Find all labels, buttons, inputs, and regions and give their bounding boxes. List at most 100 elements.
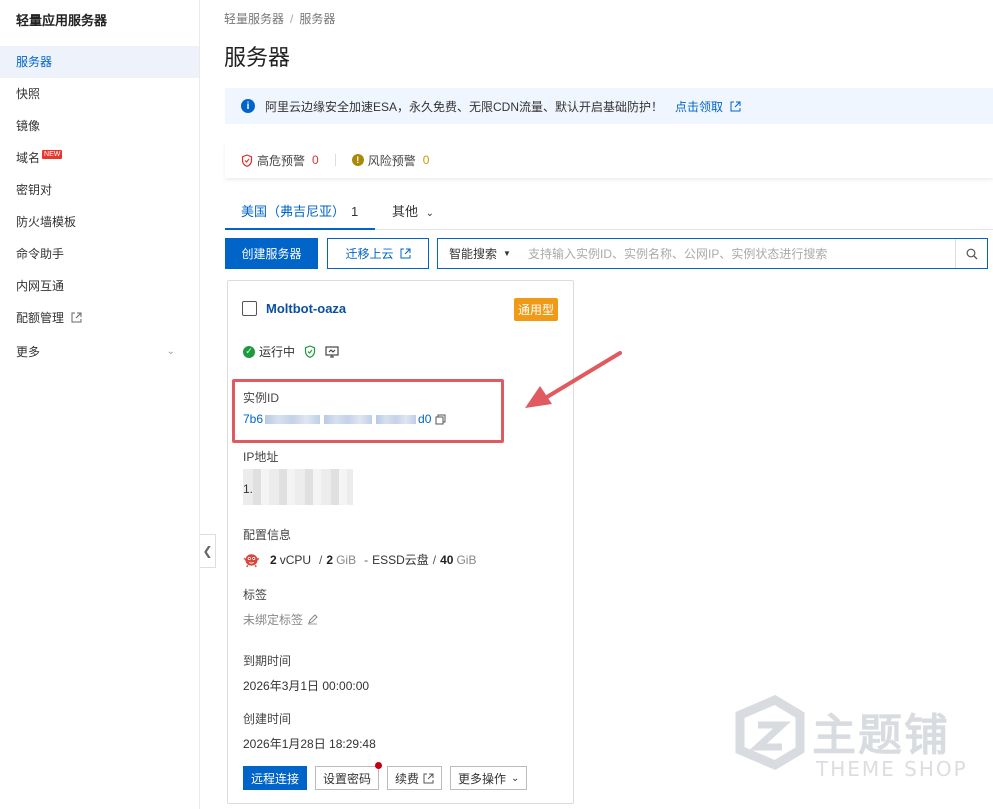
tab-count: 1	[351, 204, 359, 219]
ip-field: IP地址 1.	[243, 448, 443, 508]
alert-summary: 高危预警 0 ! 风险预警 0	[225, 142, 993, 178]
select-checkbox[interactable]	[242, 301, 257, 316]
set-password-label: 设置密码	[323, 771, 372, 786]
sidebar-item-quota[interactable]: 配额管理	[0, 302, 199, 334]
high-risk-count: 0	[312, 153, 319, 167]
status-row: ✓ 运行中	[243, 343, 339, 360]
set-password-button[interactable]: 设置密码	[315, 762, 383, 790]
notice-link[interactable]: 点击领取	[675, 98, 741, 115]
instance-name-link[interactable]: Moltbot-oaza	[266, 301, 346, 316]
chevron-down-icon: ⌄	[425, 208, 435, 219]
main-content: 轻量服务器 / 服务器 服务器 i 阿里云边缘安全加速ESA，永久免费、无限CDN流…	[224, 0, 993, 809]
redacted-block	[376, 414, 417, 424]
sidebar-title: 轻量应用服务器	[16, 13, 108, 28]
sidebar-item-label: 域名	[16, 151, 41, 165]
info-icon: i	[241, 99, 255, 113]
renew-label: 续费	[395, 771, 420, 786]
shield-alert-icon	[241, 153, 253, 167]
new-badge: NEW	[42, 150, 63, 159]
search-mode-label: 智能搜索	[449, 247, 498, 261]
sidebar-item-keypairs[interactable]: 密钥对	[0, 174, 199, 206]
separator: -	[364, 552, 369, 567]
redacted-ip-block	[243, 469, 353, 505]
instance-id-suffix: d0	[418, 412, 432, 426]
sidebar-item-command-assistant[interactable]: 命令助手	[0, 238, 199, 270]
sidebar-nav: 服务器 快照 镜像 域名 NEW 密钥对 防火墙模板 命令助手 内网互通 配额管理…	[0, 46, 199, 368]
search-mode-select[interactable]: 智能搜索 ▼	[438, 239, 516, 268]
page-title: 服务器	[224, 45, 291, 70]
instance-id-field: 实例ID 7b6 d0	[243, 389, 446, 426]
type-badge: 通用型	[513, 298, 558, 321]
sidebar-item-images[interactable]: 镜像	[0, 110, 199, 142]
separator: /	[432, 552, 437, 567]
tab-other[interactable]: 其他 ⌄	[392, 200, 434, 230]
risk-label: 风险预警	[367, 153, 416, 168]
mem-size: 2	[326, 552, 334, 567]
warning-icon: !	[351, 154, 364, 166]
status-text: 运行中	[259, 345, 296, 359]
copy-icon[interactable]	[435, 414, 446, 425]
instance-id-value: 7b6 d0	[243, 412, 446, 426]
separator: /	[319, 552, 323, 567]
external-link-icon	[423, 773, 434, 783]
shield-icon	[304, 345, 316, 358]
created-value: 2026年1月28日 18:29:48	[243, 737, 376, 751]
instance-id-prefix: 7b6	[243, 412, 264, 426]
field-label: IP地址	[243, 450, 279, 464]
tag-value: 未绑定标签	[243, 611, 318, 628]
app-root: 轻量应用服务器 服务器 快照 镜像 域名 NEW 密钥对 防火墙模板 命令助手 内…	[0, 0, 993, 809]
notification-dot	[375, 762, 383, 769]
tag-empty-text: 未绑定标签	[243, 613, 304, 627]
expire-value: 2026年3月1日 00:00:00	[243, 679, 370, 693]
monitor-icon[interactable]	[325, 345, 339, 358]
card-header: Moltbot-oaza	[242, 301, 346, 316]
sidebar: 轻量应用服务器 服务器 快照 镜像 域名 NEW 密钥对 防火墙模板 命令助手 内…	[0, 0, 200, 809]
sidebar-item-servers[interactable]: 服务器	[0, 46, 199, 78]
chevron-left-icon: ❮	[202, 544, 213, 558]
sidebar-item-snapshots[interactable]: 快照	[0, 78, 199, 110]
edit-icon[interactable]	[307, 614, 318, 625]
field-label: 实例ID	[243, 391, 280, 405]
region-tabs: 美国（弗吉尼亚） 1 其他 ⌄	[225, 200, 993, 230]
search-bar: 智能搜索 ▼	[437, 238, 988, 269]
config-spec: 2 vCPU/ 2 GiB - ESSD云盘/ 40 GiB	[243, 551, 480, 568]
os-mascot-icon	[243, 554, 260, 568]
risk-alert[interactable]: ! 风险预警 0	[351, 152, 430, 169]
breadcrumb-item: 服务器	[299, 12, 336, 26]
sidebar-item-intranet[interactable]: 内网互通	[0, 270, 199, 302]
disk-type: ESSD云盘	[372, 553, 429, 567]
sidebar-item-label: 内网互通	[16, 279, 65, 293]
migrate-button[interactable]: 迁移上云	[327, 238, 429, 269]
search-input[interactable]	[516, 239, 955, 268]
sidebar-item-domains[interactable]: 域名 NEW	[0, 142, 199, 174]
server-card: Moltbot-oaza 通用型 ✓ 运行中 实例ID 7b6 d0 IP地址 …	[227, 280, 574, 804]
create-server-button[interactable]: 创建服务器	[225, 238, 318, 269]
notice-text: 阿里云边缘安全加速ESA，永久免费、无限CDN流量、默认开启基础防护！	[265, 99, 664, 114]
field-label: 标签	[243, 588, 268, 602]
vcpu-unit: vCPU	[279, 552, 312, 567]
check-circle-icon: ✓	[243, 345, 255, 358]
search-button[interactable]	[955, 239, 987, 268]
sidebar-item-more[interactable]: 更多 ⌄	[0, 336, 199, 368]
high-risk-label: 高危预警	[257, 153, 306, 168]
sidebar-item-firewall-templates[interactable]: 防火墙模板	[0, 206, 199, 238]
high-risk-alert[interactable]: 高危预警 0	[241, 152, 319, 169]
tab-label: 其他	[392, 204, 419, 219]
redacted-block	[324, 414, 373, 424]
risk-count: 0	[422, 153, 430, 167]
external-link-icon	[400, 248, 410, 259]
more-actions-button[interactable]: 更多操作 ⌄	[450, 766, 528, 790]
renew-button[interactable]: 续费	[387, 766, 443, 790]
sidebar-item-label: 服务器	[16, 55, 53, 69]
toolbar: 创建服务器 迁移上云 智能搜索 ▼	[225, 238, 993, 270]
disk-size: 40	[440, 552, 454, 567]
config-field: 配置信息 2 vCPU/ 2 GiB - ESSD云盘/ 40 GiB	[243, 526, 480, 568]
remote-connect-button[interactable]: 远程连接	[243, 766, 307, 790]
sidebar-item-label: 快照	[16, 87, 41, 101]
notice-link-label: 点击领取	[675, 99, 724, 114]
sidebar-collapse-button[interactable]: ❮	[200, 534, 216, 568]
field-label: 到期时间	[243, 654, 292, 668]
breadcrumb-item[interactable]: 轻量服务器	[224, 12, 284, 26]
tab-us-virginia[interactable]: 美国（弗吉尼亚） 1	[225, 200, 375, 230]
redacted-block	[265, 414, 321, 424]
